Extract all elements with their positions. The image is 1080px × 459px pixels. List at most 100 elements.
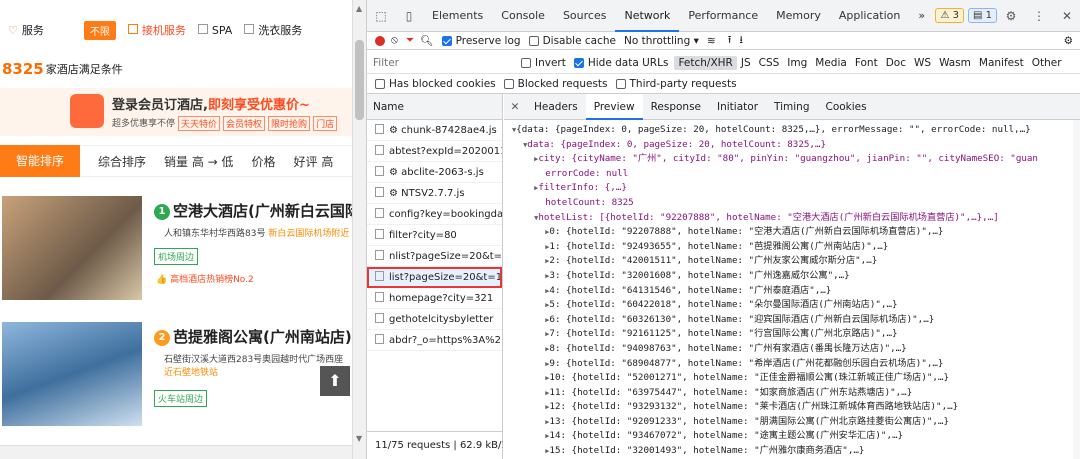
json-hotel-item[interactable]: ▶0: {hotelId: "92207888", hotelName: "空港… — [512, 225, 1080, 240]
hotel-name[interactable]: 2 芭提雅阁公寓(广州南站店) — [154, 326, 352, 347]
json-hotel-item[interactable]: ▶12: {hotelId: "93293132", hotelName: "莱… — [512, 400, 1080, 415]
tab-cookies[interactable]: Cookies — [818, 94, 875, 120]
preview-scrollbar[interactable] — [1073, 120, 1080, 459]
json-hotel-item[interactable]: ▶5: {hotelId: "60422018", hotelName: "朵尔… — [512, 298, 1080, 313]
name-column-header[interactable]: Name — [367, 94, 502, 120]
tab-console[interactable]: Console — [492, 0, 554, 32]
scroll-up-icon[interactable]: ▲ — [356, 4, 362, 13]
json-hotel-item[interactable]: ▶13: {hotelId: "92091233", hotelName: "朋… — [512, 415, 1080, 430]
member-banner[interactable]: 登录会员订酒店,即刻享受优惠价~ 超多优惠享不停 天天特价 会员特权 限时抢购 门店 — [0, 88, 352, 136]
json-data-node[interactable]: ▼data: {pageIndex: 0, pageSize: 20, hote… — [512, 138, 1080, 153]
type-media[interactable]: Media — [811, 56, 851, 70]
tab-application[interactable]: Application — [830, 0, 909, 32]
request-row[interactable]: abdr?_o=https%3A%2... — [367, 330, 502, 351]
tab-headers[interactable]: Headers — [526, 94, 586, 120]
filter-icon[interactable]: ⏷ — [406, 34, 414, 47]
request-row[interactable]: ⚙ chunk-87428ae4.js — [367, 120, 502, 141]
tab-elements[interactable]: Elements — [423, 0, 492, 32]
json-hotel-item[interactable]: ▶15: {hotelId: "32001493", hotelName: "广… — [512, 444, 1080, 459]
kebab-menu-icon[interactable]: ⋮ — [1025, 9, 1053, 23]
hotel-card[interactable]: 2 芭提雅阁公寓(广州南站店) 石壁街汉溪大道西283号奥园越时代广场西座 近石壁地… — [0, 322, 352, 432]
import-icon[interactable]: ⭱ — [728, 32, 732, 50]
throttling-select[interactable]: No throttling ▾ — [624, 35, 699, 47]
close-icon[interactable]: ✕ — [1053, 9, 1080, 23]
search-icon[interactable]: 🔍︎ — [420, 34, 433, 47]
hotel-card[interactable]: 1空港大酒店(广州新白云国际机 人和镇东华村华西路83号 新白云国际机场附近 机… — [0, 196, 352, 306]
message-badge[interactable]: ▤ 1 — [967, 8, 997, 23]
request-row[interactable]: ⚙ abclite-2063-s.js — [367, 162, 502, 183]
blocked-requests-checkbox[interactable] — [503, 78, 514, 89]
sort-price[interactable]: 价格 — [252, 153, 276, 170]
horizontal-scrollbar[interactable] — [0, 445, 366, 459]
sort-rating[interactable]: 好评 高 — [294, 153, 334, 170]
filter-input[interactable] — [373, 56, 513, 69]
tab-memory[interactable]: Memory — [767, 0, 830, 32]
request-row[interactable]: ⚙ NTSV2.7.7.js — [367, 183, 502, 204]
disable-cache-checkbox[interactable] — [528, 35, 539, 46]
invert-checkbox[interactable] — [521, 57, 531, 68]
tab-sources[interactable]: Sources — [554, 0, 616, 32]
hide-data-urls-checkbox[interactable] — [573, 57, 584, 68]
json-filterinfo-node[interactable]: ▶filterInfo: {,…} — [512, 181, 1080, 196]
clear-icon[interactable]: ⦸ — [391, 34, 398, 47]
type-css[interactable]: CSS — [755, 56, 784, 70]
service-opt-spa[interactable]: SPA — [197, 23, 232, 37]
tab-network[interactable]: Network — [615, 0, 680, 32]
sort-sales[interactable]: 销量 高 → 低 — [164, 153, 234, 170]
json-hotel-item[interactable]: ▶3: {hotelId: "32001608", hotelName: "广州… — [512, 269, 1080, 284]
type-manifest[interactable]: Manifest — [975, 56, 1028, 70]
device-toolbar-icon[interactable]: ▯ — [395, 9, 423, 23]
json-hotellist-node[interactable]: ▼hotelList: [{hotelId: "92207888", hotel… — [512, 211, 1080, 226]
request-row[interactable]: homepage?city=321 — [367, 288, 502, 309]
blocked-cookies-checkbox[interactable] — [375, 78, 385, 89]
json-hotel-item[interactable]: ▶11: {hotelId: "63975447", hotelName: "如… — [512, 386, 1080, 401]
type-fetch-xhr[interactable]: Fetch/XHR — [674, 55, 737, 70]
type-font[interactable]: Font — [851, 56, 882, 70]
request-row[interactable]: abtest?expId=2020011... — [367, 141, 502, 162]
json-hotel-item[interactable]: ▶10: {hotelId: "52001271", hotelName: "正… — [512, 371, 1080, 386]
json-hotel-item[interactable]: ▶2: {hotelId: "42001511", hotelName: "广州… — [512, 254, 1080, 269]
json-hotel-item[interactable]: ▶9: {hotelId: "68904877", hotelName: "希岸… — [512, 357, 1080, 372]
wifi-icon[interactable]: ≋ — [707, 35, 716, 47]
hotel-name[interactable]: 1空港大酒店(广州新白云国际机 — [154, 200, 352, 221]
json-hotel-item[interactable]: ▶14: {hotelId: "93467072", hotelName: "途… — [512, 429, 1080, 444]
type-doc[interactable]: Doc — [882, 56, 910, 70]
service-opt-laundry[interactable]: 洗衣服务 — [244, 22, 302, 38]
type-js[interactable]: JS — [737, 56, 755, 70]
json-city-node[interactable]: ▶city: {cityName: "广州", cityId: "80", pi… — [512, 152, 1080, 167]
json-hotel-item[interactable]: ▶7: {hotelId: "92161125", hotelName: "行宫… — [512, 327, 1080, 342]
close-detail-icon[interactable]: ✕ — [504, 101, 526, 113]
request-row-selected[interactable]: list?pageSize=20&t=1... — [367, 267, 502, 288]
inspect-icon[interactable]: ⬚ — [367, 9, 395, 23]
preserve-log-checkbox[interactable] — [441, 35, 452, 46]
tab-performance[interactable]: Performance — [679, 0, 767, 32]
request-row[interactable]: filter?city=80 — [367, 225, 502, 246]
tab-timing[interactable]: Timing — [766, 94, 817, 120]
back-to-top-button[interactable]: ⬆ — [320, 366, 350, 396]
sort-smart[interactable]: 智能排序 — [0, 145, 80, 177]
json-hotel-item[interactable]: ▶4: {hotelId: "64131546", hotelName: "广州… — [512, 284, 1080, 299]
tab-response[interactable]: Response — [643, 94, 709, 120]
json-root[interactable]: ▼{data: {pageIndex: 0, pageSize: 20, hot… — [512, 123, 1080, 138]
sort-overall[interactable]: 综合排序 — [98, 153, 146, 170]
scroll-thumb[interactable] — [355, 40, 364, 120]
json-hotel-item[interactable]: ▶8: {hotelId: "94098763", hotelName: "广州… — [512, 342, 1080, 357]
hotel-photo[interactable] — [2, 196, 142, 300]
json-hotel-item[interactable]: ▶6: {hotelId: "60326130", hotelName: "迎宾… — [512, 313, 1080, 328]
type-img[interactable]: Img — [783, 56, 811, 70]
service-unlimited[interactable]: 不限 — [83, 20, 116, 40]
service-opt-pickup[interactable]: 接机服务 — [127, 22, 186, 38]
type-other[interactable]: Other — [1028, 56, 1066, 70]
request-row[interactable]: gethotelcitysbyletter — [367, 309, 502, 330]
tab-preview[interactable]: Preview — [585, 93, 643, 120]
request-row[interactable]: config?key=bookingda... — [367, 204, 502, 225]
type-wasm[interactable]: Wasm — [935, 56, 975, 70]
record-icon[interactable] — [375, 35, 385, 46]
network-settings-icon[interactable]: ⚙ — [1064, 35, 1073, 47]
tab-initiator[interactable]: Initiator — [709, 94, 766, 120]
export-icon[interactable]: ⭳ — [739, 32, 743, 50]
third-party-checkbox[interactable] — [615, 78, 626, 89]
hotel-photo[interactable] — [2, 322, 142, 426]
request-row[interactable]: nlist?pageSize=20&t=... — [367, 246, 502, 267]
gear-icon[interactable]: ⚙ — [997, 9, 1025, 23]
